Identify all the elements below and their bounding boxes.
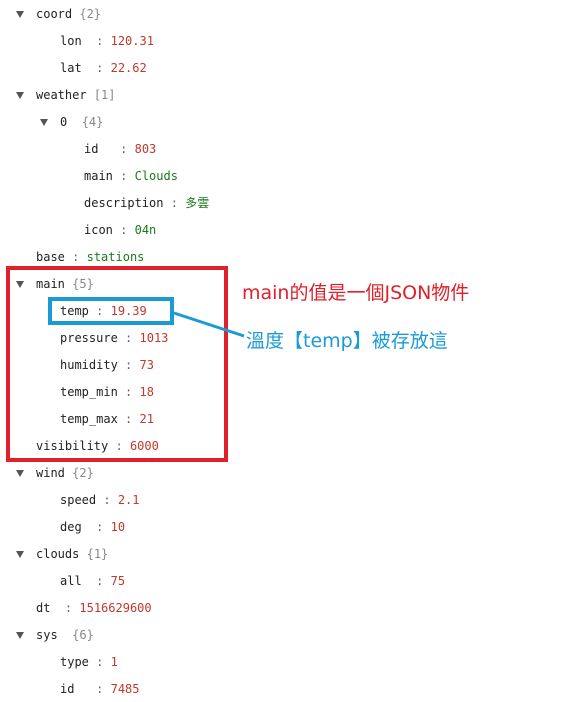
temp-annotation-text: 溫度【temp】被存放這 xyxy=(246,330,448,352)
main-annotation-text: main的值是一個JSON物件 xyxy=(242,282,470,304)
connector-line xyxy=(173,311,245,338)
